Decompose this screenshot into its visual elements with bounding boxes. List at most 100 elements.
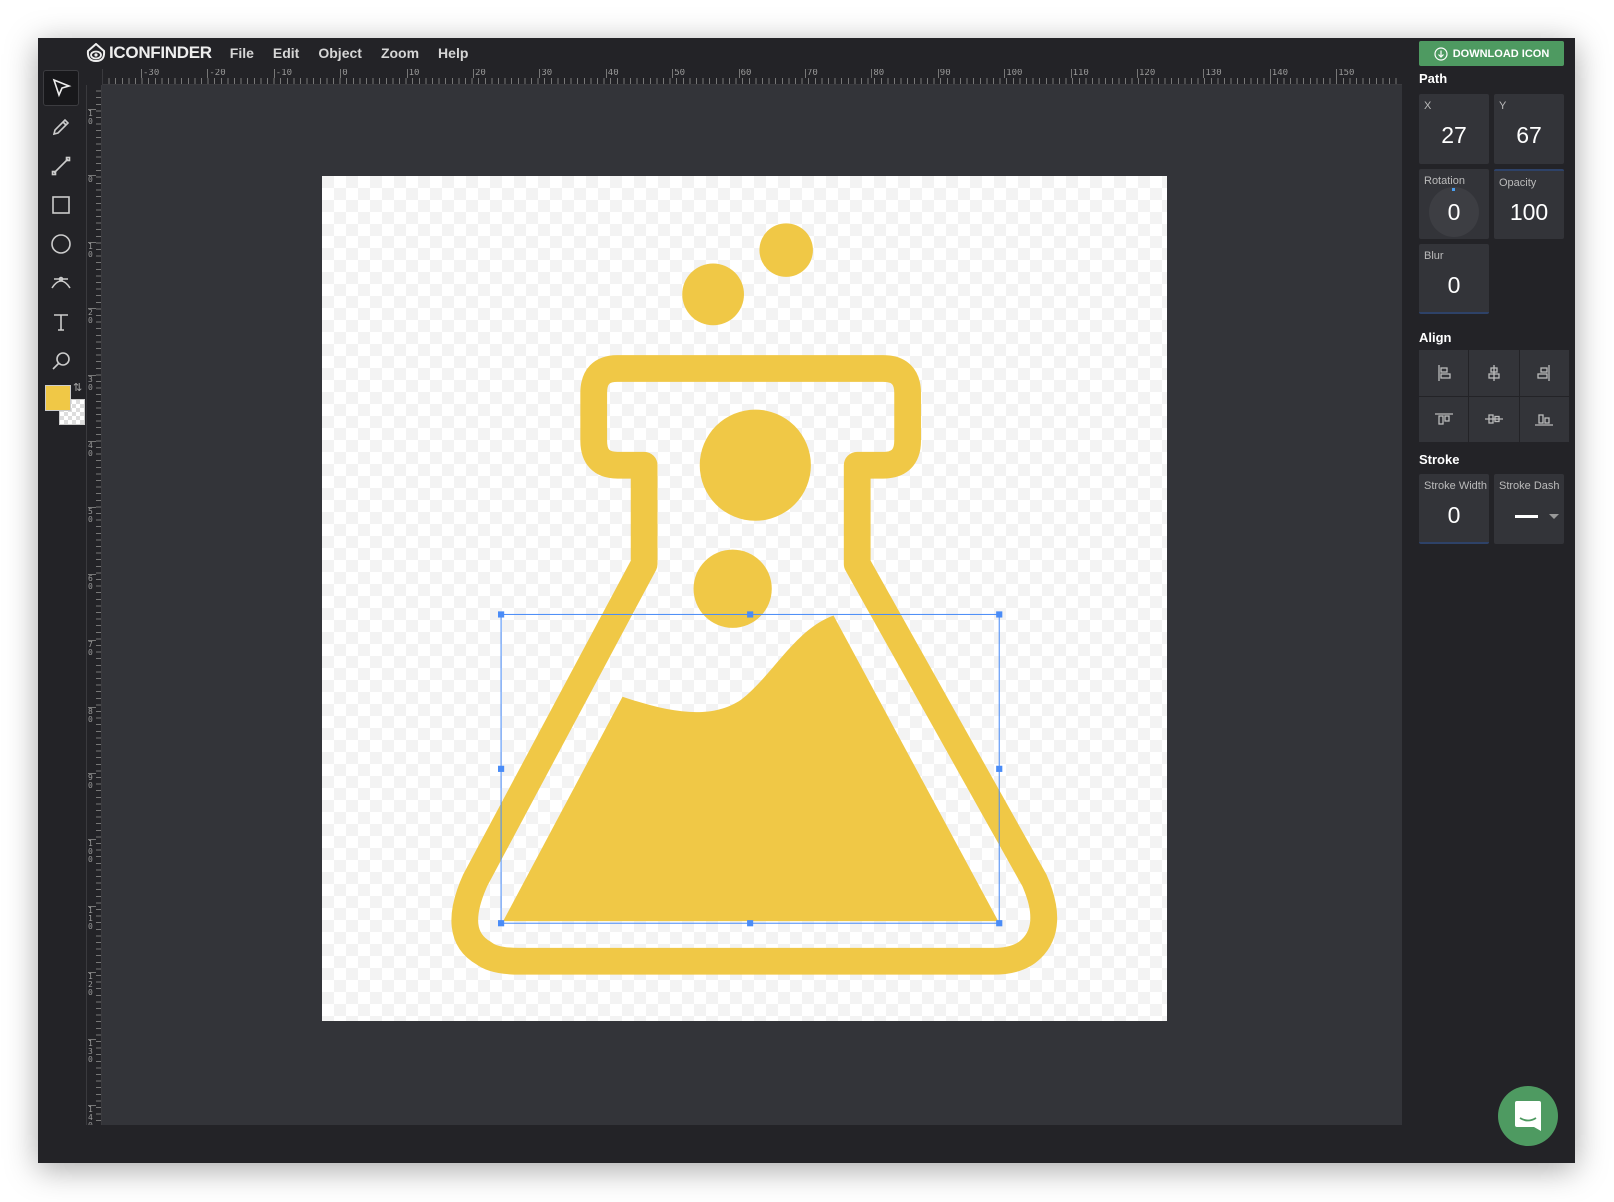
rectangle-icon: [50, 194, 72, 216]
rectangle-tool[interactable]: [43, 187, 79, 223]
ruler-label: 100: [88, 839, 96, 864]
download-label: DOWNLOAD ICON: [1453, 48, 1550, 60]
artboard[interactable]: [322, 176, 1167, 1021]
menu-zoom[interactable]: Zoom: [381, 45, 419, 61]
solid-line-preview: [1515, 515, 1538, 518]
rotation-field[interactable]: Rotation 0: [1419, 169, 1489, 239]
x-label: X: [1424, 100, 1431, 112]
iconfinder-logo[interactable]: ICONFINDER: [86, 43, 212, 63]
opacity-label: Opacity: [1499, 177, 1536, 189]
magnifier-icon: [50, 350, 72, 372]
stroke-section-title: Stroke: [1419, 452, 1459, 467]
line-tool[interactable]: [43, 148, 79, 184]
bezier-tool[interactable]: [43, 265, 79, 301]
align-top-icon: [1433, 408, 1455, 430]
ruler-label: 120: [1137, 69, 1155, 78]
opacity-field[interactable]: Opacity 100: [1494, 169, 1564, 239]
ruler-label: 140: [1270, 69, 1288, 78]
path-section-title: Path: [1419, 71, 1447, 86]
align-left-button[interactable]: [1419, 350, 1468, 396]
editor-window: ICONFINDER File Edit Object Zoom Help ⇅ …: [38, 38, 1575, 1163]
bubble[interactable]: [682, 263, 744, 325]
x-field[interactable]: X 27: [1419, 94, 1489, 164]
align-right-icon: [1533, 362, 1555, 384]
ruler-label: 90: [938, 69, 951, 78]
pencil-icon: [50, 116, 72, 138]
ellipse-icon: [50, 233, 72, 255]
x-value[interactable]: 27: [1419, 122, 1489, 149]
bezier-curve-icon: [50, 272, 72, 294]
stroke-dash-select[interactable]: Stroke Dash: [1494, 474, 1564, 544]
bubble[interactable]: [694, 550, 772, 628]
ruler-label: 30: [539, 69, 552, 78]
menu-file[interactable]: File: [230, 45, 254, 61]
menu-edit[interactable]: Edit: [273, 45, 299, 61]
download-icon-button[interactable]: DOWNLOAD ICON: [1419, 41, 1564, 66]
menu-bar: ICONFINDER File Edit Object Zoom Help: [86, 38, 487, 68]
chevron-down-icon: [1549, 514, 1559, 519]
ruler-label: 50: [672, 69, 685, 78]
align-center-horizontal-button[interactable]: [1469, 350, 1518, 396]
ruler-label: 130: [88, 1039, 96, 1064]
align-center-icon: [1483, 362, 1505, 384]
line-icon: [50, 155, 72, 177]
ruler-label: 90: [88, 773, 96, 790]
horizontal-ruler: -30-20-100102030405060708090100110120130…: [102, 69, 1402, 85]
ruler-label: 60: [88, 574, 96, 591]
ruler-label: 70: [88, 640, 96, 657]
stroke-width-label: Stroke Width: [1424, 480, 1487, 492]
align-middle-icon: [1483, 408, 1505, 430]
align-left-icon: [1433, 362, 1455, 384]
iconfinder-logo-icon: [86, 43, 106, 63]
bubble[interactable]: [700, 410, 811, 521]
align-bottom-button[interactable]: [1520, 397, 1569, 443]
ruler-label: 120: [88, 972, 96, 997]
ruler-label: 130: [1203, 69, 1221, 78]
align-middle-vertical-button[interactable]: [1469, 397, 1518, 443]
stroke-width-field[interactable]: Stroke Width 0: [1419, 474, 1489, 544]
ruler-label: -10: [274, 69, 292, 78]
align-bottom-icon: [1533, 408, 1555, 430]
ruler-label: 20: [88, 308, 96, 325]
blur-field[interactable]: Blur0: [1419, 244, 1489, 314]
ruler-label: -30: [141, 69, 159, 78]
y-value[interactable]: 67: [1494, 122, 1564, 149]
ruler-label: 80: [88, 707, 96, 724]
vertical-ruler: 100102030405060708090100110120130140: [86, 85, 102, 1125]
stroke-width-value[interactable]: 0: [1419, 502, 1489, 529]
color-swatches: ⇅: [43, 383, 79, 433]
rotation-indicator: [1452, 188, 1455, 191]
select-tool[interactable]: [43, 70, 79, 106]
ruler-label: -20: [207, 69, 225, 78]
bubble[interactable]: [759, 223, 813, 277]
ruler-label: 100: [1004, 69, 1022, 78]
zoom-tool[interactable]: [43, 343, 79, 379]
swap-colors-icon[interactable]: ⇅: [73, 381, 82, 394]
text-tool[interactable]: [43, 304, 79, 340]
menu-object[interactable]: Object: [318, 45, 362, 61]
chat-support-button[interactable]: [1498, 1086, 1558, 1146]
ruler-label: 40: [88, 441, 96, 458]
menu-help[interactable]: Help: [438, 45, 468, 61]
ruler-label: 80: [871, 69, 884, 78]
align-top-button[interactable]: [1419, 397, 1468, 443]
ruler-label: 70: [805, 69, 818, 78]
rotation-value[interactable]: 0: [1419, 199, 1489, 226]
ruler-label: 20: [473, 69, 486, 78]
ellipse-tool[interactable]: [43, 226, 79, 262]
y-field[interactable]: Y 67: [1494, 94, 1564, 164]
fill-color-swatch[interactable]: [45, 385, 71, 411]
pencil-tool[interactable]: [43, 109, 79, 145]
canvas-area[interactable]: [102, 85, 1402, 1125]
chat-bubble-icon: [1512, 1100, 1544, 1132]
rotation-label: Rotation: [1424, 175, 1465, 187]
align-right-button[interactable]: [1520, 350, 1569, 396]
toolbar: ⇅: [43, 70, 79, 433]
text-icon: [50, 311, 72, 333]
ruler-label: 150: [1336, 69, 1354, 78]
y-label: Y: [1499, 100, 1506, 112]
blur-value[interactable]: 0: [1419, 272, 1489, 299]
ruler-label: 110: [88, 906, 96, 931]
properties-panel: DOWNLOAD ICON Path X 27 Y 67 Rotation 0 Opa…: [1402, 38, 1575, 1163]
opacity-value[interactable]: 100: [1494, 199, 1564, 226]
